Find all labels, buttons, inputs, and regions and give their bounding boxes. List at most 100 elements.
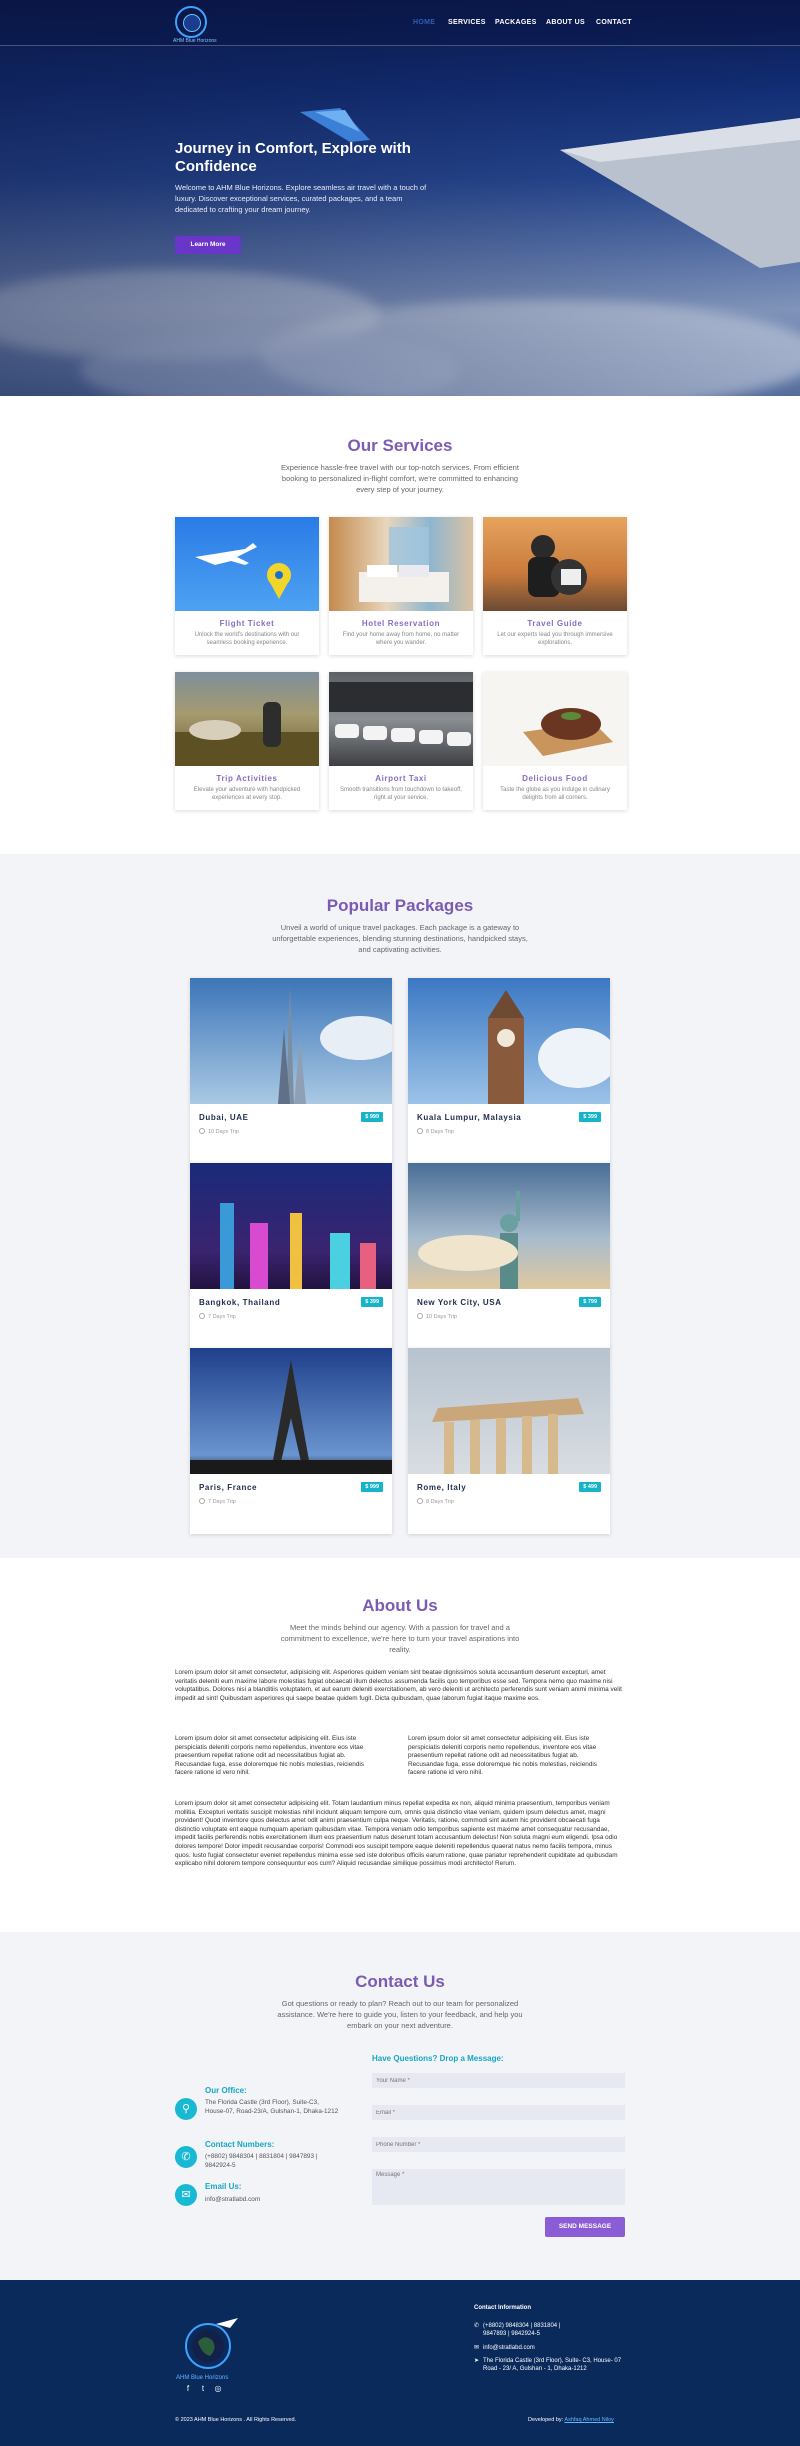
- service-card-delicious-food[interactable]: Delicious Food Taste the globe as you in…: [483, 672, 627, 810]
- paris-image: [190, 1348, 392, 1474]
- service-desc: Let our experts lead you through immersi…: [497, 632, 613, 646]
- packages-title: Popular Packages: [326, 896, 474, 915]
- about-paragraph-1: Lorem ipsum dolor sit amet consectetur, …: [175, 1669, 622, 1702]
- package-card-bangkok[interactable]: Bangkok, Thailand $ 399 7 Days Trip: [190, 1163, 392, 1349]
- footer-address: The Florida Castle (3rd Floor), Suite- C…: [483, 2358, 622, 2372]
- office-label: Our Office:: [205, 2086, 247, 2095]
- nav-services[interactable]: SERVICES: [448, 19, 486, 26]
- service-desc: Find your home away from home, no matter…: [342, 632, 460, 646]
- contact-numbers: (+8802) 9848304 | 8831804 | 9847893 | 98…: [205, 2153, 318, 2169]
- package-card-paris[interactable]: Paris, France $ 999 7 Days Trip: [190, 1348, 392, 1534]
- name-field[interactable]: [372, 2073, 625, 2088]
- package-duration: 10 Days Trip: [417, 1313, 457, 1320]
- package-price-badge: $ 999: [361, 1482, 383, 1492]
- twitter-icon[interactable]: t: [198, 2384, 208, 2394]
- nav-about-us[interactable]: ABOUT US: [546, 19, 585, 26]
- clock-icon: [199, 1498, 205, 1504]
- clock-icon: [199, 1313, 205, 1319]
- hotel-room-image: [329, 517, 473, 611]
- package-price-badge: $ 999: [361, 1112, 383, 1122]
- service-title: Airport Taxi: [375, 774, 427, 783]
- service-title: Travel Guide: [527, 619, 583, 628]
- service-desc: Elevate your adventure with handpicked e…: [193, 787, 301, 801]
- rome-image: [408, 1348, 610, 1474]
- contact-title: Contact Us: [355, 1972, 445, 1991]
- packages-section: [0, 854, 800, 1558]
- email-icon: ✉: [474, 2345, 480, 2351]
- hero-title: Journey in Comfort, Explore with Confide…: [175, 140, 411, 175]
- contact-subtitle: Got questions or ready to plan? Reach ou…: [277, 1999, 523, 2030]
- copyright: © 2023 AHM Blue Horizons . All Rights Re…: [175, 2417, 297, 2423]
- email-icon: ✉: [175, 2184, 197, 2206]
- package-name: Rome, Italy: [417, 1483, 467, 1492]
- hero-section: AHM Blue Horizons HOME SERVICES PACKAGES…: [0, 0, 800, 396]
- instagram-icon[interactable]: ◎: [213, 2384, 223, 2394]
- package-price-badge: $ 399: [579, 1112, 601, 1122]
- travel-guide-image: [483, 517, 627, 611]
- service-card-trip-activities[interactable]: Trip Activities Elevate your adventure w…: [175, 672, 319, 810]
- top-navbar: AHM Blue Horizons HOME SERVICES PACKAGES…: [0, 0, 800, 46]
- package-price-badge: $ 499: [579, 1482, 601, 1492]
- package-card-kuala-lumpur[interactable]: Kuala Lumpur, Malaysia $ 399 8 Days Trip: [408, 978, 610, 1164]
- message-field[interactable]: [372, 2169, 625, 2205]
- package-card-dubai[interactable]: Dubai, UAE $ 999 10 Days Trip: [190, 978, 392, 1164]
- footer: AHM Blue Horizons f t ◎ Contact Informat…: [0, 2280, 800, 2446]
- clock-icon: [417, 1128, 423, 1134]
- service-desc: Unlock the world's destinations with our…: [194, 632, 300, 646]
- clock-icon: [417, 1498, 423, 1504]
- package-duration: 10 Days Trip: [199, 1128, 239, 1135]
- footer-logo-text: AHM Blue Horizons: [176, 2375, 229, 2381]
- numbers-label: Contact Numbers:: [205, 2140, 275, 2149]
- nav-home[interactable]: HOME: [413, 19, 435, 26]
- kuala-lumpur-image: [408, 978, 610, 1104]
- service-card-hotel-reservation[interactable]: Hotel Reservation Find your home away fr…: [329, 517, 473, 655]
- package-name: New York City, USA: [417, 1298, 502, 1307]
- email-field[interactable]: [372, 2105, 625, 2120]
- package-card-new-york[interactable]: New York City, USA $ 799 10 Days Trip: [408, 1163, 610, 1349]
- service-title: Delicious Food: [522, 774, 588, 783]
- facebook-icon[interactable]: f: [183, 2384, 193, 2394]
- about-title: About Us: [362, 1596, 438, 1615]
- service-title: Flight Ticket: [219, 619, 275, 628]
- package-duration: 7 Days Trip: [199, 1498, 236, 1505]
- airport-taxi-image: [329, 672, 473, 766]
- phone-icon: ✆: [175, 2146, 197, 2168]
- footer-email[interactable]: info@stratlabd.com: [483, 2344, 535, 2352]
- email-label: Email Us:: [205, 2182, 242, 2191]
- dubai-image: [190, 978, 392, 1104]
- send-message-button[interactable]: SEND MESSAGE: [545, 2217, 625, 2237]
- office-address: The Florida Castle (3rd Floor), Suite-C3…: [205, 2099, 339, 2115]
- package-duration: 8 Days Trip: [417, 1498, 454, 1505]
- package-price-badge: $ 399: [361, 1297, 383, 1307]
- trip-activities-image: [175, 672, 319, 766]
- service-card-flight-ticket[interactable]: Flight Ticket Unlock the world's destina…: [175, 517, 319, 655]
- delicious-food-image: [483, 672, 627, 766]
- service-card-airport-taxi[interactable]: Airport Taxi Smooth transitions from tou…: [329, 672, 473, 810]
- footer-phone: (+8802) 9848304 | 8831804 | 9847893 | 98…: [483, 2323, 561, 2337]
- service-card-travel-guide[interactable]: Travel Guide Let our experts lead you th…: [483, 517, 627, 655]
- about-paragraph-4: Lorem ipsum dolor sit amet consectetur a…: [175, 1800, 618, 1868]
- location-icon: ➤: [474, 2358, 480, 2364]
- package-price-badge: $ 799: [579, 1297, 601, 1307]
- new-york-image: [408, 1163, 610, 1289]
- brand-logo-text: AHM Blue Horizons: [173, 38, 217, 44]
- about-paragraph-2: Lorem ipsum dolor sit amet consectetur a…: [175, 1735, 364, 1777]
- nav-contact[interactable]: CONTACT: [596, 19, 632, 26]
- learn-more-button[interactable]: Learn More: [175, 236, 241, 254]
- package-name: Kuala Lumpur, Malaysia: [417, 1113, 522, 1122]
- services-subtitle: Experience hassle-free travel with our t…: [281, 463, 519, 494]
- developer-link[interactable]: Ashfaq Ahmed Niloy: [564, 2417, 614, 2423]
- form-title: Have Questions? Drop a Message:: [372, 2054, 504, 2063]
- package-card-rome[interactable]: Rome, Italy $ 499 8 Days Trip: [408, 1348, 610, 1534]
- service-desc: Taste the globe as you indulge in culina…: [500, 787, 610, 801]
- service-title: Hotel Reservation: [361, 619, 441, 628]
- package-name: Paris, France: [199, 1483, 258, 1492]
- contact-email[interactable]: info@stratlabd.com: [205, 2195, 260, 2204]
- about-subtitle: Meet the minds behind our agency. With a…: [280, 1623, 520, 1654]
- service-desc: Smooth transitions from touchdown to tak…: [340, 787, 462, 801]
- brand-logo-icon[interactable]: [175, 6, 207, 38]
- phone-field[interactable]: [372, 2137, 625, 2152]
- clock-icon: [417, 1313, 423, 1319]
- developer-credit: Developed by: Ashfaq Ahmed Niloy: [528, 2417, 614, 2423]
- nav-packages[interactable]: PACKAGES: [495, 19, 537, 26]
